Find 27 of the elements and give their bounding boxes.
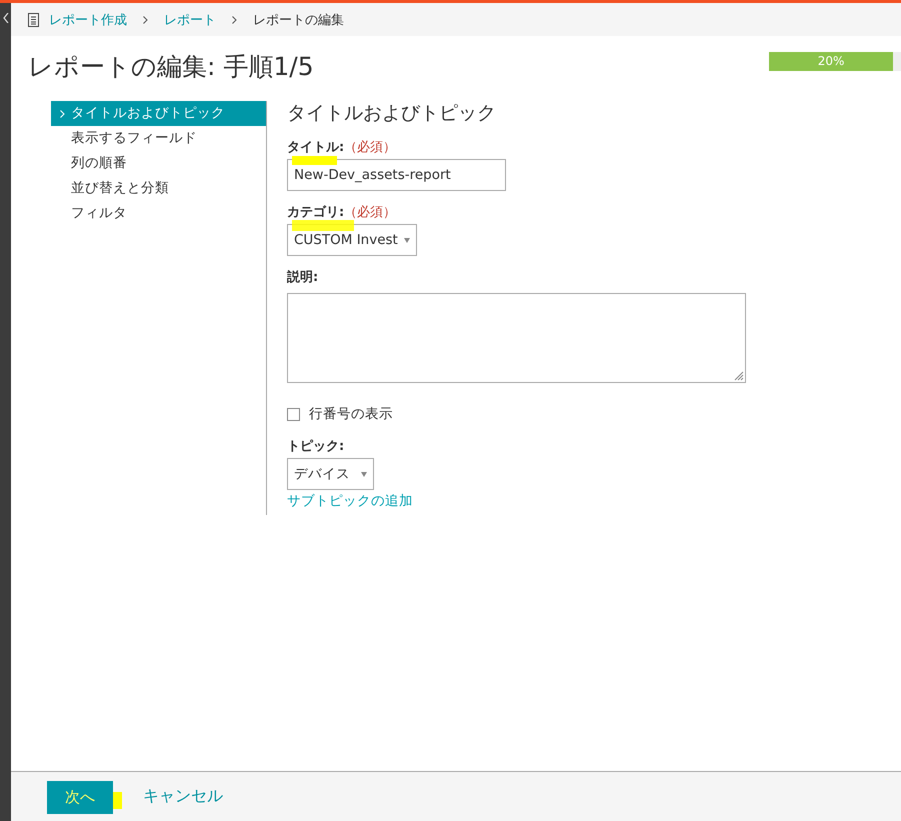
checkbox[interactable] [287,408,300,420]
field-label: 説明: [287,270,318,285]
breadcrumb-current: レポートの編集 [253,12,344,28]
collapse-icon[interactable] [2,13,8,23]
chevron-icon [232,16,237,24]
document-icon [28,12,39,26]
field-label: カテゴリ: [287,205,344,220]
category-dropdown[interactable]: CUSTOM Invest [287,224,417,256]
field-label: トピック: [287,439,344,454]
step-item[interactable]: 表示するフィールド [51,126,266,151]
step-item[interactable]: 並び替えと分類 [51,176,266,201]
required-label: （必須） [344,140,396,155]
section-title: タイトルおよびトピック [287,101,497,126]
title-field[interactable]: New-Dev_assets-report [287,159,506,191]
step-item[interactable]: フィルタ [51,201,266,226]
chevron-icon [60,110,65,118]
checkbox-label: 行番号の表示 [309,405,393,423]
step-item[interactable]: タイトルおよびトピック [51,101,266,126]
chevron-icon [143,16,148,24]
page-title: レポートの編集: 手順1/5 [28,51,314,83]
progress-reading: 20% [816,53,846,70]
description-field[interactable] [287,293,746,383]
required-label: （必須） [344,205,396,220]
field-label: タイトル: [287,140,344,155]
resize-grip-icon[interactable] [732,369,744,381]
step-item[interactable]: 列の順番 [51,151,266,176]
topic-dropdown[interactable]: デバイス [287,458,374,490]
